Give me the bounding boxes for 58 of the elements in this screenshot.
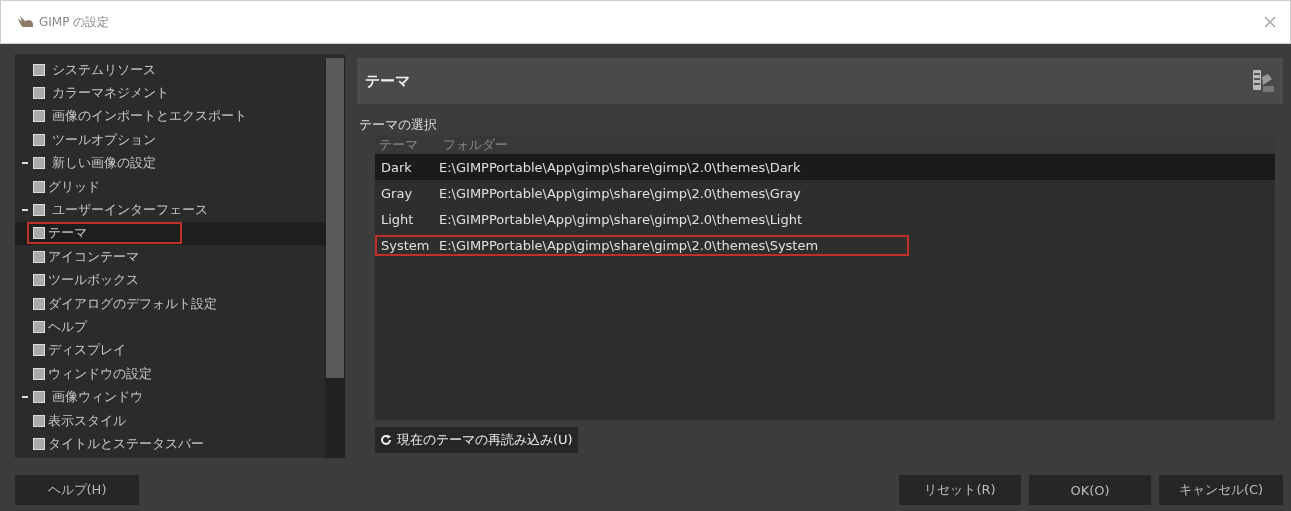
category-icon bbox=[33, 344, 45, 357]
category-icon bbox=[33, 367, 45, 380]
help-button[interactable]: ヘルプ(H) bbox=[15, 475, 139, 505]
sidebar-item[interactable]: ユーザーインターフェース bbox=[48, 198, 212, 223]
window-title: GIMP の設定 bbox=[39, 13, 110, 31]
theme-row[interactable]: Dark E:\GIMPPortable\App\gimp\share\gimp\2.0\themes\Dark bbox=[375, 154, 1275, 180]
sidebar-item[interactable]: ツールオプション bbox=[48, 127, 160, 152]
theme-folder: E:\GIMPPortable\App\gimp\share\gimp\2.0\themes\Gray bbox=[439, 185, 801, 201]
category-icon bbox=[33, 87, 45, 100]
theme-row[interactable]: Gray E:\GIMPPortable\App\gimp\share\gimp\2.0\themes\Gray bbox=[375, 180, 1275, 206]
category-icon bbox=[33, 204, 45, 217]
sidebar-item[interactable]: ウィンドウの設定 bbox=[27, 362, 182, 385]
category-icon bbox=[33, 391, 45, 404]
refresh-icon bbox=[380, 434, 392, 446]
theme-name: Gray bbox=[381, 185, 414, 201]
sidebar-item[interactable]: アイコンテーマ bbox=[27, 245, 182, 268]
sidebar-item[interactable]: システムリソース bbox=[48, 57, 160, 82]
sidebar-item[interactable]: タイトルとステータスバー bbox=[27, 432, 210, 455]
sidebar-item[interactable]: 画像ウィンドウ bbox=[48, 385, 147, 410]
category-icon bbox=[33, 110, 45, 123]
close-icon[interactable] bbox=[1264, 16, 1276, 28]
sidebar-item[interactable]: テーマ bbox=[27, 222, 182, 245]
sidebar-item[interactable]: 表示スタイル bbox=[27, 409, 182, 432]
category-icon bbox=[33, 297, 45, 310]
category-icon bbox=[33, 414, 45, 427]
theme-name: System bbox=[381, 237, 431, 253]
ok-button[interactable]: OK(O) bbox=[1029, 475, 1151, 505]
reset-button[interactable]: リセット(R) bbox=[899, 475, 1021, 505]
scrollbar[interactable] bbox=[325, 58, 345, 458]
category-icon bbox=[33, 274, 45, 287]
sidebar-item[interactable]: 新しい画像の設定 bbox=[48, 151, 160, 176]
category-icon bbox=[33, 63, 45, 76]
sidebar-item[interactable]: グリッド bbox=[27, 175, 182, 198]
category-icon bbox=[33, 437, 45, 450]
theme-row[interactable]: Light E:\GIMPPortable\App\gimp\share\gimp\2.0\themes\Light bbox=[375, 206, 1275, 232]
reload-theme-button[interactable]: 現在のテーマの再読み込み(U) bbox=[375, 427, 578, 453]
page-title: テーマ bbox=[365, 71, 410, 91]
category-icon bbox=[33, 227, 45, 240]
category-icon bbox=[33, 180, 45, 193]
color-swatch-icon bbox=[1251, 69, 1275, 93]
wilber-logo-icon bbox=[17, 15, 35, 29]
section-label: テーマの選択 bbox=[359, 116, 438, 134]
theme-name: Dark bbox=[381, 159, 413, 175]
category-icon bbox=[33, 133, 45, 146]
sidebar-item[interactable]: ディスプレイ bbox=[27, 339, 182, 362]
theme-folder: E:\GIMPPortable\App\gimp\share\gimp\2.0\themes\Light bbox=[439, 211, 803, 227]
sidebar-item[interactable]: ヘルプ bbox=[27, 316, 182, 338]
sidebar-item[interactable]: ツールボックス bbox=[27, 269, 182, 292]
sidebar-item[interactable]: 画像のインポートとエクスポート bbox=[48, 104, 251, 129]
sidebar-item[interactable]: ダイアログのデフォルト設定 bbox=[27, 292, 223, 315]
theme-name: Light bbox=[381, 211, 415, 227]
theme-folder: E:\GIMPPortable\App\gimp\share\gimp\2.0\themes\System bbox=[439, 237, 819, 253]
cancel-button[interactable]: キャンセル(C) bbox=[1159, 475, 1283, 505]
category-icon bbox=[33, 250, 45, 263]
category-icon bbox=[33, 157, 45, 170]
category-icon bbox=[33, 321, 45, 333]
theme-folder: E:\GIMPPortable\App\gimp\share\gimp\2.0\themes\Dark bbox=[439, 159, 801, 175]
sidebar-item[interactable]: カラーマネジメント bbox=[48, 81, 173, 106]
